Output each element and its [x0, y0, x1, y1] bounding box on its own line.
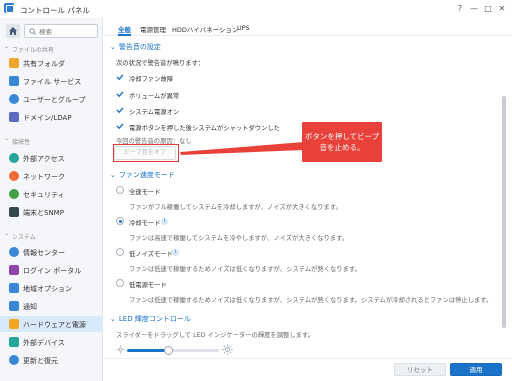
highlight-box [113, 144, 179, 162]
quiet-mode-desc: ファンは低速で稼働するためノイズは低くなりますが、システムが熱くなります。 [129, 266, 361, 273]
group-header-file-sharing[interactable]: ⌃ ファイルの共有 [4, 45, 54, 54]
checkbox-fan-failure[interactable] [116, 73, 124, 81]
minimize-button[interactable]: — [468, 3, 480, 15]
led-section-title[interactable]: ⌄ LED 輝度コントロール [110, 314, 191, 324]
tab-hdd-hibernation[interactable]: HDDハイバネーション [172, 24, 239, 34]
external-access-icon [9, 153, 19, 163]
radio-full-speed[interactable] [116, 186, 124, 194]
slider-thumb[interactable] [163, 346, 173, 355]
login-portal-icon [9, 265, 19, 275]
radio-quiet-mode[interactable] [116, 248, 124, 256]
led-brightness-slider[interactable] [127, 346, 219, 355]
main-content: 全般 電源管理 HDDハイバネーション UPS ⌄ 警告音の設定 次の状況で警告音… [104, 18, 512, 381]
info-icon[interactable]: i [172, 249, 179, 256]
option-power-button-shutdown-label: 電源ボタンを押した後システムがシャットダウンした [129, 125, 280, 132]
tab-bar: 全般 電源管理 HDDハイバネーション UPS [104, 18, 512, 36]
sidebar-item-info-center[interactable]: 情報センター [0, 244, 103, 260]
search-icon [29, 28, 36, 35]
sidebar-item-notification[interactable]: 通知 [0, 298, 103, 314]
close-button[interactable]: ✕ [496, 3, 508, 15]
title-bar: コントロール パネル ? — □ ✕ [0, 0, 512, 18]
chevron-up-icon: ⌃ [4, 233, 10, 240]
sidebar: ⌃ファイルの共有 共有フォルダ ファイル サービス ユーザーとグループ ドメイン… [0, 18, 103, 381]
sidebar-item-network[interactable]: ネットワーク [0, 168, 103, 184]
tab-ups[interactable]: UPS [237, 24, 250, 32]
footer-divider [104, 358, 512, 359]
home-icon [9, 27, 17, 35]
window-title: コントロール パネル [20, 6, 90, 15]
chevron-down-icon: ⌄ [110, 315, 116, 323]
slider-fill [127, 349, 169, 352]
full-speed-mode-desc: ファンがフル稼働してシステムを冷却しますが、ノイズが大きくなります。 [129, 204, 342, 211]
callout-note: ボタンを押してビープ音を止める。 [302, 122, 382, 162]
led-description: スライダーをドラッグして LED インジケーターの輝度を調整します。 [116, 332, 314, 339]
option-volume-abnormal-label: ボリュームが異常 [129, 93, 180, 100]
cool-mode-label: 冷却モード [129, 220, 161, 227]
checkbox-volume-abnormal[interactable] [116, 90, 124, 98]
chevron-down-icon: ⌄ [110, 171, 116, 179]
control-panel-window: コントロール パネル ? — □ ✕ ⌃ファイルの共有 共有フォルダ [0, 0, 512, 381]
chevron-up-icon: ⌃ [4, 138, 10, 145]
group-header-system[interactable]: ⌃ システム [4, 232, 36, 241]
content-scrollbar[interactable] [502, 96, 506, 328]
network-icon [9, 171, 19, 181]
users-icon [9, 94, 19, 104]
sidebar-item-domain-ldap[interactable]: ドメイン/LDAP [0, 109, 103, 125]
chevron-down-icon: ⌄ [110, 43, 116, 51]
low-power-mode-label: 低電源モード [129, 282, 167, 289]
apply-button[interactable]: 適用 [450, 363, 502, 376]
radio-low-power-mode[interactable] [116, 279, 124, 287]
brightness-high-icon [222, 344, 233, 355]
brightness-low-icon [116, 345, 125, 354]
sidebar-item-terminal-snmp[interactable]: 端末とSNMP [0, 204, 103, 220]
option-system-power-on-label: システム電源オン [129, 109, 180, 116]
cool-mode-desc: ファンは高速で稼働してシステムを冷やしますが、ノイズが大きくなります。 [129, 235, 349, 242]
fan-section-title[interactable]: ⌄ ファン速度モード [110, 170, 175, 180]
maximize-button[interactable]: □ [482, 3, 494, 15]
checkbox-system-power-on[interactable] [116, 106, 124, 114]
folder-icon [9, 58, 19, 68]
sidebar-item-hardware-power[interactable]: ハードウェアと電源 [0, 316, 103, 332]
notification-icon [9, 301, 19, 311]
regional-icon [9, 283, 19, 293]
low-power-mode-desc: ファンは低速で稼働するためノイズは低くなりますが、システムが熱くなります。システ… [129, 297, 493, 304]
full-speed-mode-label: 全速モード [129, 189, 161, 196]
quiet-mode-label: 低ノイズモード [129, 251, 173, 258]
option-fan-failure-label: 冷却ファン故障 [129, 76, 174, 83]
info-icon [9, 247, 19, 257]
domain-icon [9, 112, 19, 122]
sidebar-item-regional-options[interactable]: 地域オプション [0, 280, 103, 296]
sidebar-item-file-services[interactable]: ファイル サービス [0, 73, 103, 89]
update-restore-icon [9, 355, 19, 365]
file-services-icon [9, 76, 19, 86]
checkbox-power-button-shutdown[interactable] [116, 122, 124, 130]
tab-power[interactable]: 電源管理 [140, 24, 166, 34]
sidebar-item-update-restore[interactable]: 更新と復元 [0, 352, 103, 368]
beep-intro-text: 次の状況で警告音が鳴ります： [116, 60, 205, 67]
beep-section-title[interactable]: ⌄ 警告音の設定 [110, 42, 161, 52]
shield-icon [9, 189, 19, 199]
sidebar-item-external-access[interactable]: 外部アクセス [0, 150, 103, 166]
info-icon[interactable]: i [161, 218, 168, 225]
sidebar-item-security[interactable]: セキュリティ [0, 186, 103, 202]
reset-button[interactable]: リセット [394, 363, 446, 376]
terminal-icon [9, 207, 19, 217]
control-panel-app-icon [4, 3, 14, 13]
help-button[interactable]: ? [454, 3, 466, 15]
search-box[interactable] [24, 24, 98, 38]
chevron-up-icon: ⌃ [4, 46, 10, 53]
group-header-connectivity[interactable]: ⌃ 接続性 [4, 137, 30, 146]
external-device-icon [9, 337, 19, 347]
search-input[interactable] [39, 26, 95, 37]
tab-general[interactable]: 全般 [118, 24, 131, 36]
sidebar-item-shared-folder[interactable]: 共有フォルダ [0, 55, 103, 71]
radio-cool-mode[interactable] [116, 217, 124, 225]
sidebar-item-users-groups[interactable]: ユーザーとグループ [0, 91, 103, 107]
hardware-power-icon [9, 319, 19, 329]
sidebar-item-external-devices[interactable]: 外部デバイス [0, 334, 103, 350]
home-button[interactable] [6, 24, 20, 38]
sidebar-item-login-portal[interactable]: ログイン ポータル [0, 262, 103, 278]
callout-arrow [180, 142, 304, 155]
